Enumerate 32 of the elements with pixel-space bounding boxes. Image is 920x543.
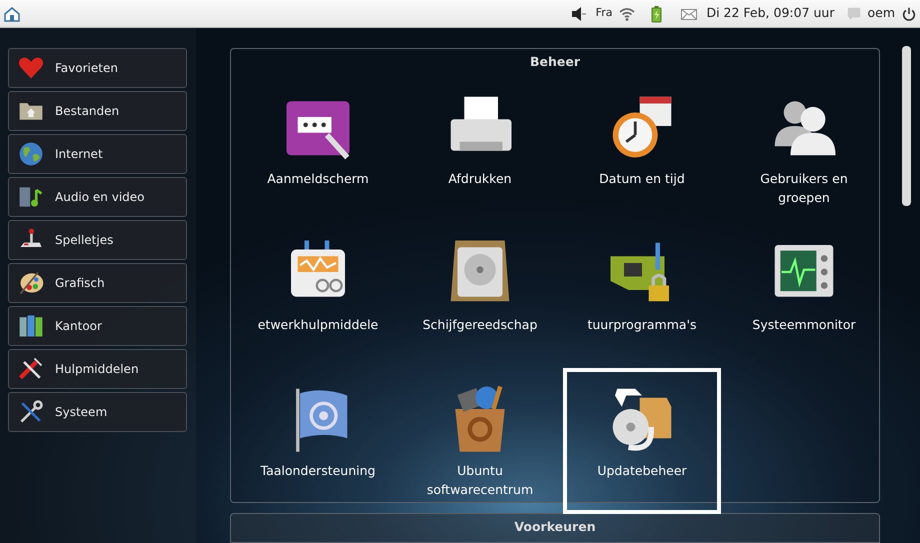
sidebar-button[interactable]: Hulpmiddelen — [8, 349, 187, 389]
home-icon — [3, 4, 21, 22]
scrollbar[interactable] — [902, 46, 911, 206]
section-title: Beheer — [528, 53, 582, 71]
paint-palette-icon — [17, 269, 45, 297]
sidebar-button[interactable]: Favorieten — [8, 48, 187, 88]
sidebar-button[interactable]: Grafisch — [8, 263, 187, 303]
sidebar-button[interactable]: Audio en video — [8, 177, 187, 217]
app-launcher[interactable]: Aanmeldscherm — [239, 76, 397, 222]
speaker-icon — [570, 4, 588, 22]
sidebar-button[interactable]: Bestanden — [8, 91, 187, 131]
globe-icon — [17, 140, 45, 168]
user-name[interactable]: oem — [867, 4, 895, 23]
app-launcher[interactable]: Ubuntu softwarecentrum — [401, 368, 559, 514]
section-title: Voorkeuren — [513, 518, 597, 536]
app-launcher[interactable]: Datum en tijd — [563, 76, 721, 222]
sidebar-button[interactable]: Spelletjes — [8, 220, 187, 260]
sidebar-button[interactable]: Systeem — [8, 392, 187, 432]
power-icon — [901, 6, 917, 22]
app-launcher[interactable]: Schijfgereedschap — [401, 222, 559, 368]
app-launcher[interactable]: Taalondersteuning — [239, 368, 397, 514]
app-launcher[interactable]: Systeemmonitor — [725, 222, 883, 368]
keyboard-layout-indicator[interactable]: Fra — [596, 5, 612, 22]
app-launcher[interactable]: tuurprogramma's — [563, 222, 721, 368]
app-launcher[interactable]: Updatebeheer — [563, 368, 721, 514]
app-launcher[interactable]: Gebruikers en groepen — [725, 76, 883, 222]
sidebar-button[interactable]: Internet — [8, 134, 187, 174]
app-launcher[interactable]: Afdrukken — [401, 76, 559, 222]
sidebar-button[interactable]: Kantoor — [8, 306, 187, 346]
chat-bubble-icon — [846, 6, 862, 22]
app-launcher[interactable]: etwerkhulpmiddele — [239, 222, 397, 368]
clock-text[interactable]: Di 22 Feb, 09:07 uur — [706, 4, 834, 23]
